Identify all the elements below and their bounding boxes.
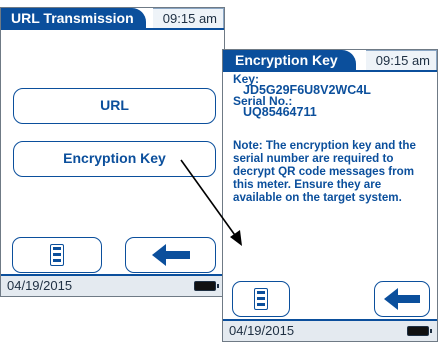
transition-arrow <box>180 159 242 246</box>
